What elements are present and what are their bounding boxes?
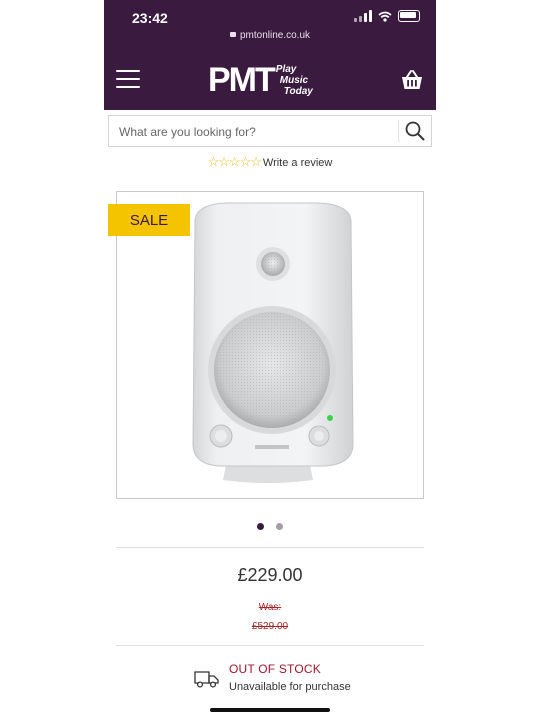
home-indicator[interactable] xyxy=(210,708,330,712)
studio-monitor-image xyxy=(192,202,354,483)
carousel-dot[interactable] xyxy=(257,523,264,530)
was-price: £529.00 xyxy=(251,621,289,632)
status-time: 23:42 xyxy=(132,10,168,26)
logo-tagline-line: Play xyxy=(275,63,297,75)
site-logo[interactable]: PMT Play Music Today xyxy=(208,60,313,100)
url-text: pmtonline.co.uk xyxy=(239,30,311,41)
search-divider xyxy=(398,120,399,142)
logo-tagline-line: Today xyxy=(283,85,313,97)
logo-tagline: Play Music Today xyxy=(276,64,313,97)
search-icon[interactable] xyxy=(403,119,427,143)
stock-status: OUT OF STOCK xyxy=(229,662,321,676)
delivery-truck-icon xyxy=(194,671,219,688)
stock-subtitle: Unavailable for purchase xyxy=(229,681,351,693)
logo-tagline-line: Music xyxy=(279,74,309,86)
sale-badge: SALE xyxy=(108,204,190,236)
divider xyxy=(116,547,424,548)
site-header: 23:42 pmtonline.co.uk PMT Play Music Tod… xyxy=(104,0,436,110)
product-price: £229.00 xyxy=(237,565,303,585)
status-icons xyxy=(354,10,420,22)
review-row: ☆☆☆☆☆ Write a review xyxy=(104,154,436,170)
search-input[interactable] xyxy=(117,116,391,148)
write-review-link[interactable]: Write a review xyxy=(263,157,332,169)
logo-mark: PMT xyxy=(208,61,276,99)
battery-icon xyxy=(398,10,420,22)
phone-screen: 23:42 pmtonline.co.uk PMT Play Music Tod… xyxy=(104,0,436,720)
basket-icon[interactable] xyxy=(400,68,424,92)
hamburger-menu-icon[interactable] xyxy=(116,70,140,88)
was-label: Was: xyxy=(258,602,282,613)
rating-stars-icon: ☆☆☆☆☆ xyxy=(207,154,262,169)
lock-icon xyxy=(229,31,236,37)
url-bar[interactable]: pmtonline.co.uk xyxy=(104,30,436,41)
carousel-dot[interactable] xyxy=(276,523,283,530)
wifi-icon xyxy=(378,11,392,22)
carousel-dots xyxy=(104,523,436,530)
search-bar xyxy=(108,115,432,148)
signal-icon xyxy=(354,10,372,22)
divider xyxy=(116,645,424,646)
product-image[interactable] xyxy=(116,191,424,499)
